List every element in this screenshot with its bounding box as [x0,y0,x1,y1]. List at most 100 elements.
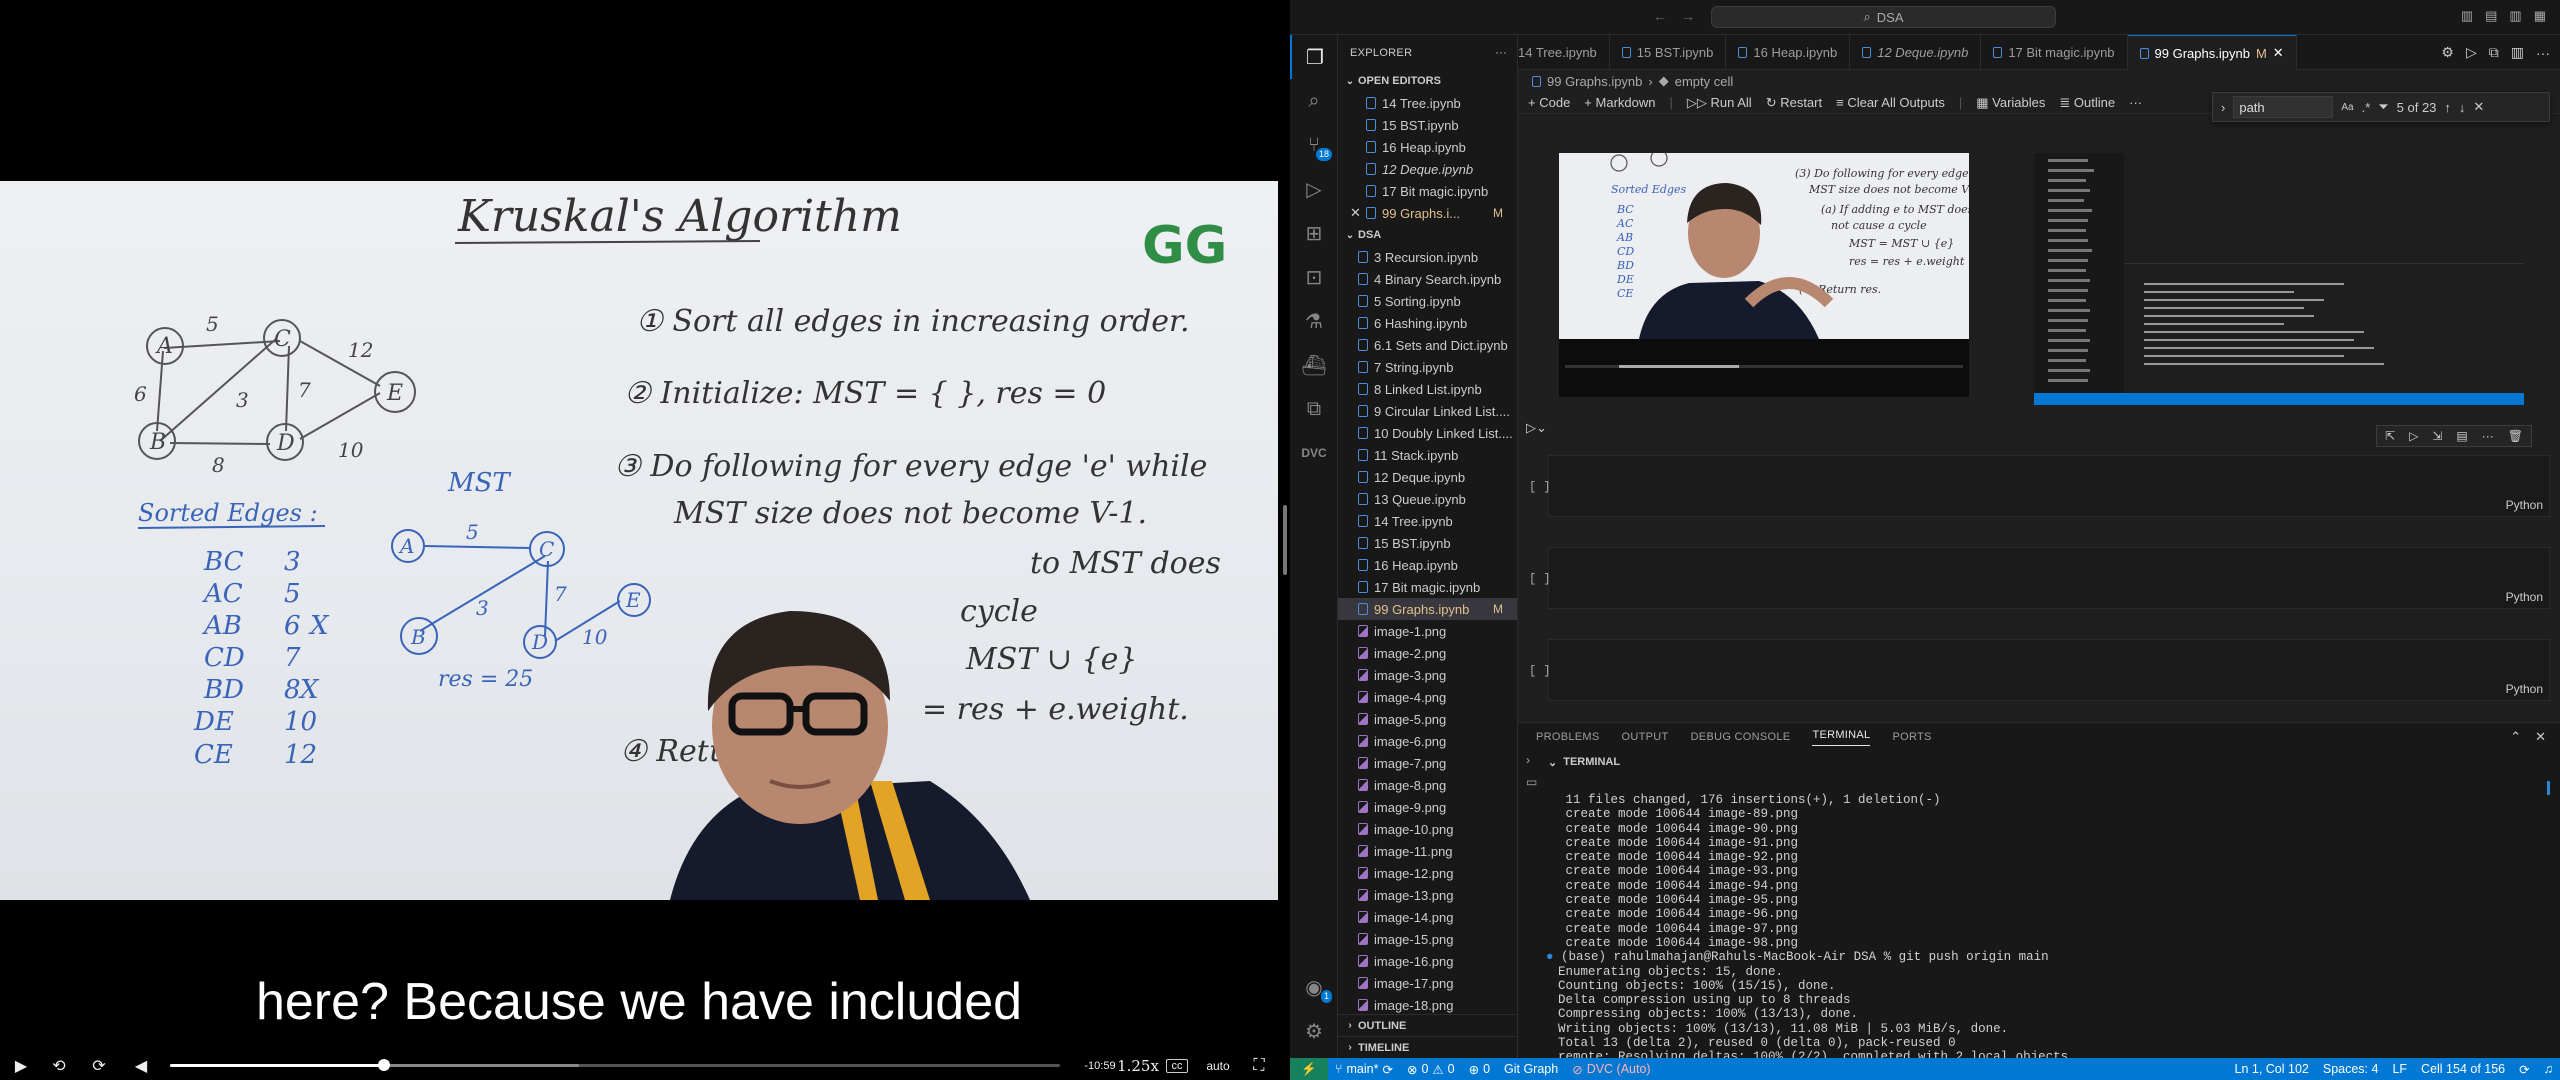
outline-button[interactable]: ≣ Outline [2059,95,2115,111]
ports-indicator[interactable]: ⊕ 0 [1462,1062,1497,1077]
cell-position[interactable]: Cell 154 of 156 [2414,1062,2512,1076]
notebook-file-item[interactable]: 13 Queue.ipynb [1338,488,1517,510]
breadcrumb-cell[interactable]: empty cell [1675,74,1734,89]
close-icon[interactable]: ✕ [1350,205,1366,221]
notebook-file-item[interactable]: 10 Doubly Linked List.... [1338,422,1517,444]
command-center[interactable]: ⌕ DSA [1711,6,2056,28]
source-control-icon[interactable]: ⑂ 18 [1290,123,1338,167]
search-icon[interactable]: ⌕ [1290,79,1338,123]
notifications-icon[interactable]: ♫ [2537,1062,2560,1076]
editor-tab[interactable]: 14 Tree.ipynb [1518,35,1610,70]
indentation[interactable]: Spaces: 4 [2316,1062,2386,1076]
outline-section[interactable]: › OUTLINE [1338,1014,1517,1036]
run-cell-icon[interactable]: ▷ [2409,429,2418,443]
notebook-file-item[interactable]: 5 Sorting.ipynb [1338,290,1517,312]
chevron-right-icon[interactable]: › [1526,753,1530,767]
terminal-list-icon[interactable]: ▭ [1526,775,1537,789]
more-actions-icon[interactable]: ··· [2536,45,2550,61]
cc-icon[interactable]: cc [1166,1059,1188,1073]
image-file-item[interactable]: image-9.png [1338,796,1517,818]
add-code-button[interactable]: + Code [1528,95,1570,110]
open-editor-item[interactable]: 15 BST.ipynb [1338,114,1517,136]
dvc-status[interactable]: ⊘ DVC (Auto) [1565,1062,1657,1077]
image-file-item[interactable]: image-2.png [1338,642,1517,664]
run-debug-icon[interactable]: ▷ [1290,167,1338,211]
accounts-icon[interactable]: ◉ 1 [1290,965,1338,1009]
delete-cell-icon[interactable]: 🗑 [2508,429,2523,443]
image-file-item[interactable]: image-6.png [1338,730,1517,752]
run-all-button[interactable]: ▷▷ Run All [1687,95,1752,111]
open-editor-item[interactable]: ✕ 99 Graphs.i... M [1338,202,1517,224]
editor-tab[interactable]: 15 BST.ipynb [1610,35,1727,70]
volume-icon[interactable]: ◀ [128,1052,154,1080]
image-file-item[interactable]: image-15.png [1338,928,1517,950]
chevron-up-icon[interactable]: ⌃ [2510,729,2521,745]
remote-indicator-icon[interactable]: ⚡ [1290,1058,1328,1080]
image-file-item[interactable]: image-13.png [1338,884,1517,906]
sync-icon[interactable]: ⟳ [2512,1062,2536,1077]
breadcrumb-file[interactable]: 99 Graphs.ipynb [1547,74,1642,89]
editor-tab[interactable]: 16 Heap.ipynb [1726,35,1851,70]
playback-speed[interactable]: 1.25x [1117,1052,1159,1080]
remote-explorer-icon[interactable]: ⊡ [1290,255,1338,299]
close-icon[interactable]: ✕ [2473,99,2484,115]
execute-cell-icon[interactable]: ▷⌄ [1526,420,1547,436]
code-cell[interactable]: [ ] Python [1529,639,2550,701]
image-file-item[interactable]: image-5.png [1338,708,1517,730]
find-input[interactable]: path [2233,96,2334,118]
compare-icon[interactable]: ⧉ [2489,44,2499,61]
notebook-file-item[interactable]: 14 Tree.ipynb [1338,510,1517,532]
image-file-item[interactable]: image-12.png [1338,862,1517,884]
chevron-right-icon[interactable]: › [2221,100,2225,115]
dsa-folder-section[interactable]: ⌄ DSA [1338,224,1517,246]
image-file-item[interactable]: image-8.png [1338,774,1517,796]
testing-icon[interactable]: ⚗ [1290,299,1338,343]
open-editors-section[interactable]: ⌄ OPEN EDITORS [1338,70,1517,92]
branch-indicator[interactable]: ⑂ main* ⟳ [1328,1062,1400,1077]
problems-indicator[interactable]: ⊗ 0 ⚠ 0 [1400,1062,1462,1077]
editor-tab[interactable]: 17 Bit magic.ipynb [1981,35,2128,70]
video-player[interactable]: Kruskal's Algorithm GG A B C D E 5 12 6 … [0,0,1290,1080]
notebook-file-item[interactable]: 9 Circular Linked List.... [1338,400,1517,422]
filter-icon[interactable]: ⏷ [2378,99,2388,115]
image-file-item[interactable]: image-17.png [1338,972,1517,994]
docker-icon[interactable]: ⛴ [1290,343,1338,387]
terminal-output[interactable]: 11 files changed, 176 insertions(+), 1 d… [1546,793,2538,1065]
editor-tab[interactable]: 12 Deque.ipynb [1850,35,1982,70]
notebook-file-item[interactable]: 17 Bit magic.ipynb [1338,576,1517,598]
notebook-file-item[interactable]: 12 Deque.ipynb [1338,466,1517,488]
cursor-position[interactable]: Ln 1, Col 102 [2228,1062,2316,1076]
video-frame[interactable]: Kruskal's Algorithm GG A B C D E 5 12 6 … [0,181,1278,900]
cell-language[interactable]: Python [2506,590,2543,604]
image-file-item[interactable]: image-7.png [1338,752,1517,774]
play-icon[interactable]: ▶ [8,1052,34,1080]
cell-language[interactable]: Python [2506,682,2543,696]
more-actions-icon[interactable]: ··· [2482,429,2494,443]
close-icon[interactable]: ✕ [2273,45,2284,61]
image-file-item[interactable]: image-3.png [1338,664,1517,686]
panel-tab-debug-console[interactable]: DEBUG CONSOLE [1691,731,1791,743]
match-case-icon[interactable]: Aa [2341,102,2353,113]
notebook-file-item[interactable]: 6.1 Sets and Dict.ipynb [1338,334,1517,356]
run-below-icon[interactable]: ⇲ [2432,429,2442,443]
run-above-icon[interactable]: ⇱ [2385,429,2395,443]
notebook-file-item[interactable]: 7 String.ipynb [1338,356,1517,378]
rewind-10-icon[interactable]: ⟲ [46,1052,72,1080]
panel-tab-ports[interactable]: PORTS [1892,731,1931,743]
clear-outputs-button[interactable]: ≡ Clear All Outputs [1836,95,1945,110]
quality-selector[interactable]: auto [1200,1052,1236,1080]
extensions-icon[interactable]: ⊞ [1290,211,1338,255]
image-file-item[interactable]: image-18.png [1338,994,1517,1016]
terminal-scrollbar[interactable] [2547,781,2550,795]
explorer-icon[interactable]: ❐ [1290,35,1338,79]
next-match-icon[interactable]: ↓ [2459,100,2466,115]
notebook-file-item[interactable]: 15 BST.ipynb [1338,532,1517,554]
more-actions-icon[interactable]: ··· [1495,47,1507,59]
notebook-file-item[interactable]: 99 Graphs.ipynb M [1338,598,1517,620]
previous-match-icon[interactable]: ↑ [2444,100,2451,115]
forward-10-icon[interactable]: ⟳ [86,1052,112,1080]
notebook-file-item[interactable]: 4 Binary Search.ipynb [1338,268,1517,290]
panel-tab-terminal[interactable]: TERMINAL [1812,729,1871,746]
settings-gear-icon[interactable]: ⚙ [2441,44,2454,61]
timeline-section[interactable]: › TIMELINE [1338,1036,1517,1058]
